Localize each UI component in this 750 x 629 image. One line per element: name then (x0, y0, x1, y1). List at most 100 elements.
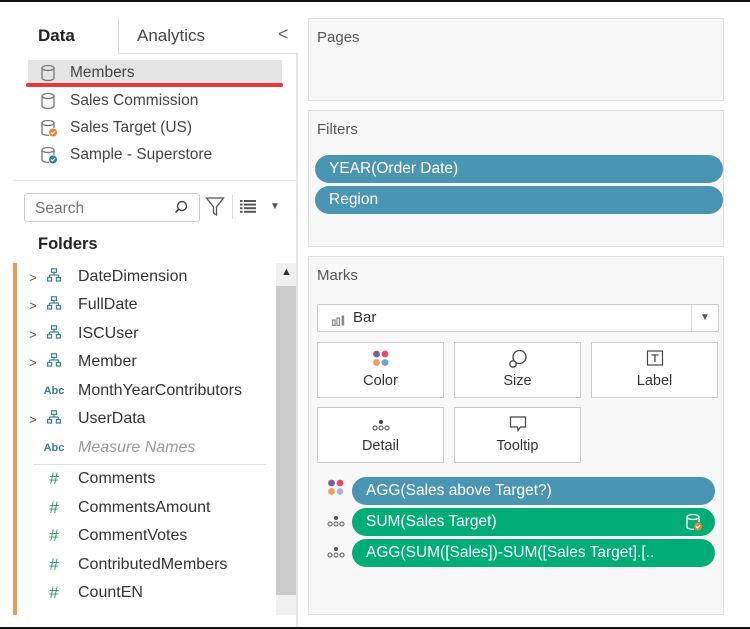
color-button[interactable]: Color (317, 342, 444, 398)
marks-card: Marks Bar ▼ Color Size Label Detail Tool… (308, 256, 724, 615)
field-datedimension[interactable]: > DateDimension (26, 263, 187, 291)
datasource-label: Sample - Superstore (70, 146, 213, 163)
detail-encoding-icon[interactable] (326, 541, 346, 566)
field-label: FullDate (78, 296, 138, 313)
search-box[interactable] (24, 193, 200, 222)
measure-commentsamount[interactable]: # CommentsAmount (26, 494, 211, 522)
color-icon (318, 349, 443, 369)
datasource-label: Members (70, 64, 135, 81)
pages-card[interactable]: Pages (308, 18, 724, 101)
view-options-dropdown-icon[interactable]: ▼ (270, 201, 280, 212)
detail-label: Detail (361, 438, 400, 454)
hierarchy-icon (40, 267, 68, 287)
label-icon (592, 349, 717, 369)
marks-pill-sum-sales-target[interactable]: SUM(Sales Target) (352, 508, 715, 536)
database-icon (40, 64, 58, 82)
list-view-icon[interactable] (240, 200, 256, 218)
datasource-label: Sales Commission (70, 92, 199, 109)
pill-label: SUM(Sales Target) (366, 513, 497, 530)
pages-title: Pages (317, 29, 360, 46)
filters-title: Filters (317, 121, 358, 138)
size-label: Size (503, 373, 532, 389)
secondary-datasource-icon (685, 513, 703, 536)
datasource-sample-superstore[interactable]: Sample - Superstore (28, 142, 282, 168)
field-label: Measure Names (78, 439, 196, 456)
detail-button[interactable]: Detail (317, 407, 444, 463)
detail-icon (318, 414, 443, 434)
toolbar-separator (232, 195, 233, 219)
field-fulldate[interactable]: > FullDate (26, 291, 138, 319)
field-iscuser[interactable]: > ISCUser (26, 320, 138, 348)
search-icon[interactable] (173, 199, 189, 220)
expand-chevron-icon[interactable]: > (26, 412, 40, 427)
filter-pill-region[interactable]: Region (315, 186, 723, 214)
database-primary-icon (40, 146, 58, 164)
size-button[interactable]: Size (454, 342, 581, 398)
measure-comments[interactable]: # Comments (26, 465, 155, 493)
field-label: DateDimension (78, 268, 188, 285)
measure-type-icon: # (49, 555, 59, 574)
measure-commentvotes[interactable]: # CommentVotes (26, 522, 187, 550)
expand-chevron-icon[interactable]: > (26, 327, 40, 342)
hierarchy-icon (40, 352, 68, 372)
datasource-sales-commission[interactable]: Sales Commission (28, 88, 282, 114)
tab-data[interactable]: Data (20, 18, 118, 54)
mark-type-dropdown[interactable]: Bar ▼ (317, 304, 719, 332)
label-label: Label (636, 373, 673, 389)
measure-type-icon: # (49, 498, 59, 517)
tooltip-button[interactable]: Tooltip (454, 407, 581, 463)
string-type-icon: Abc (43, 385, 65, 397)
chevron-down-icon[interactable]: ▼ (691, 305, 718, 331)
field-member[interactable]: > Member (26, 348, 137, 376)
field-userdata[interactable]: > UserData (26, 405, 146, 433)
field-label: Member (78, 353, 137, 370)
measure-type-icon: # (49, 526, 59, 545)
hierarchy-icon (40, 324, 68, 344)
measures-accent-bar (13, 263, 17, 615)
pane-divider[interactable] (296, 18, 298, 627)
expand-chevron-icon[interactable]: > (26, 270, 40, 285)
color-encoding-icon[interactable] (326, 478, 346, 503)
expand-chevron-icon[interactable]: > (26, 355, 40, 370)
tooltip-label: Tooltip (496, 438, 539, 454)
collapse-pane-icon[interactable]: < (278, 24, 289, 45)
datasource-sales-target[interactable]: Sales Target (US) (28, 115, 282, 141)
marks-title: Marks (317, 267, 358, 284)
scroll-up-icon[interactable]: ▲ (281, 266, 292, 278)
tab-analytics[interactable]: Analytics (118, 18, 298, 54)
field-monthyearcontributors[interactable]: Abc MonthYearContributors (26, 377, 242, 405)
hierarchy-icon (40, 295, 68, 315)
field-label: UserData (78, 410, 146, 427)
top-border (0, 0, 750, 2)
field-measure-names[interactable]: Abc Measure Names (26, 434, 196, 462)
search-input[interactable] (33, 199, 167, 219)
annotation-underline (26, 83, 283, 87)
tooltip-icon (455, 414, 580, 434)
database-icon (40, 92, 58, 110)
database-secondary-icon (40, 119, 58, 137)
marks-pill-sales-minus-target[interactable]: AGG(SUM([Sales])-SUM([Sales Target].[.. (352, 539, 715, 567)
marks-pill-sales-above-target[interactable]: AGG(Sales above Target?) (352, 477, 715, 505)
field-label: CommentVotes (78, 527, 188, 544)
datasource-label: Sales Target (US) (70, 119, 193, 136)
string-type-icon: Abc (43, 442, 65, 454)
field-label: ContributedMembers (78, 556, 228, 573)
filters-card[interactable]: Filters YEAR(Order Date) Region (308, 110, 724, 247)
label-button[interactable]: Label (591, 342, 718, 398)
bar-chart-icon (332, 313, 346, 331)
size-icon (455, 349, 580, 369)
scrollbar-thumb[interactable] (276, 286, 296, 595)
measure-counten[interactable]: # CountEN (26, 579, 143, 607)
filter-icon[interactable] (205, 196, 225, 223)
measure-contributedmembers[interactable]: # ContributedMembers (26, 551, 227, 579)
hierarchy-icon (40, 409, 68, 429)
detail-encoding-icon[interactable] (326, 510, 346, 535)
field-label: ISCUser (78, 325, 139, 342)
measure-type-icon: # (49, 583, 59, 602)
expand-chevron-icon[interactable]: > (26, 298, 40, 313)
mark-type-value: Bar (353, 309, 377, 326)
color-label: Color (363, 373, 398, 389)
filter-pill-year-order-date[interactable]: YEAR(Order Date) (315, 155, 723, 183)
field-label: CommentsAmount (78, 499, 211, 516)
field-label: MonthYearContributors (78, 382, 242, 399)
